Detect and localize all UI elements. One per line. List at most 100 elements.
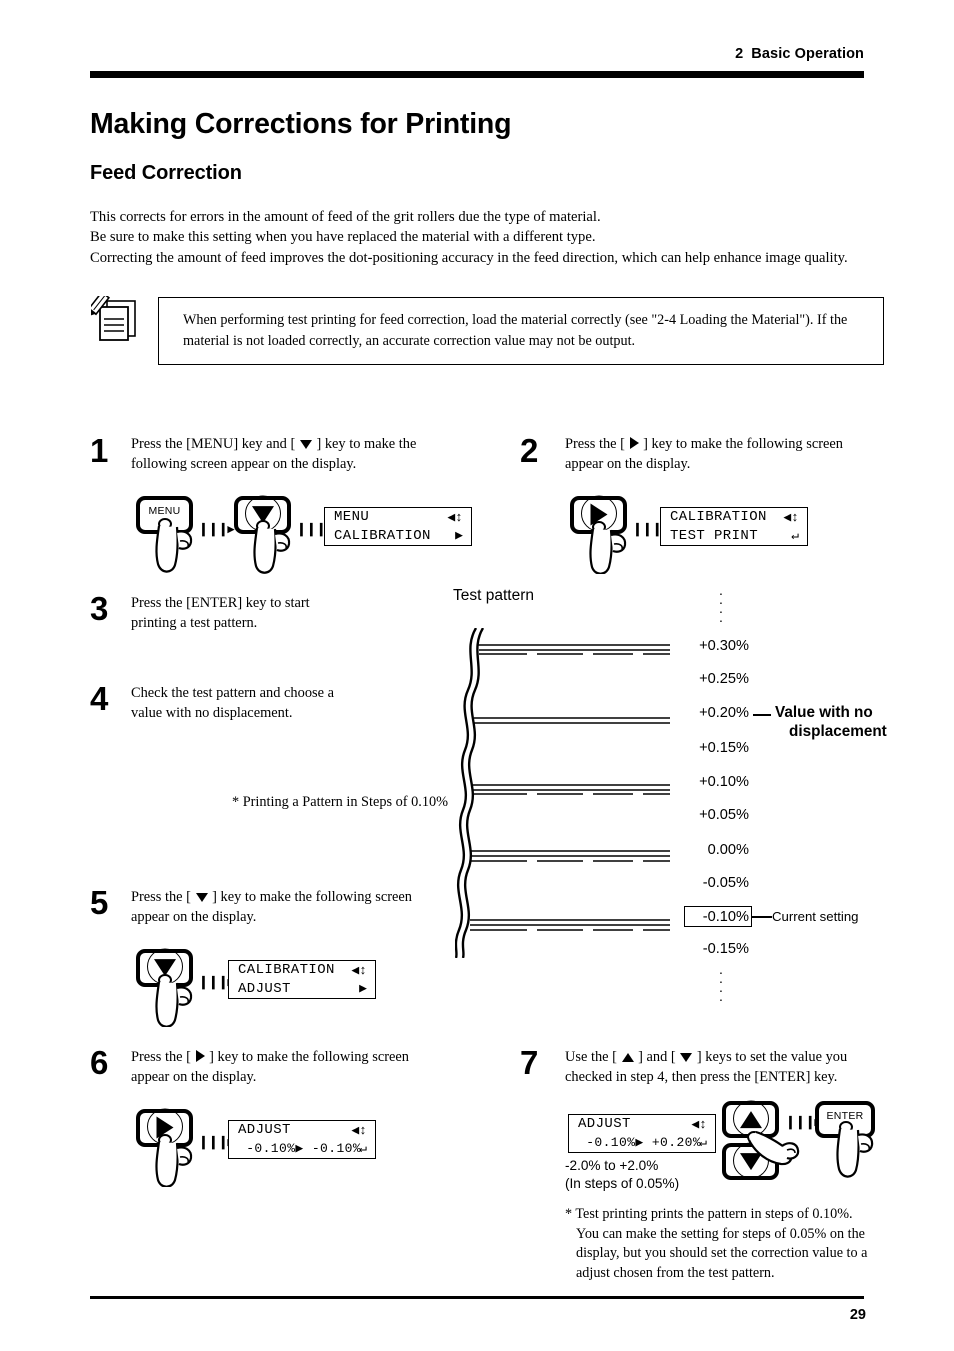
step-7-line-2: checked in step 4, then press the [ENTER… (565, 1068, 838, 1085)
lcd-line-2-text: ADJUST (238, 980, 291, 997)
down-arrow-icon (195, 893, 208, 902)
adjust-range-note: -2.0% to +2.0% (In steps of 0.05%) (565, 1157, 679, 1193)
lcd-line-1-indicator: ◀↕ (351, 962, 367, 978)
step-4-line-1: Check the test pattern and choose a (131, 685, 334, 701)
lcd-line-2-indicator: ↵ (699, 1135, 707, 1151)
lcd-row-2: CALIBRATION ▶ (325, 527, 471, 546)
lcd-line-1-text: ADJUST (238, 1122, 291, 1139)
lcd-display-step-7: ADJUST ◀↕ -0.10%▶ +0.20% ↵ (568, 1114, 716, 1153)
test-pattern-title: Test pattern (453, 587, 534, 604)
menu-key[interactable]: MENU (136, 496, 193, 534)
menu-key-label: MENU (148, 505, 181, 517)
up-arrow-key-7[interactable] (722, 1100, 779, 1138)
adjust-range-line-1: -2.0% to +2.0% (565, 1158, 659, 1173)
chapter-title: Basic Operation (751, 46, 864, 62)
down-arrow-icon (251, 506, 274, 524)
ellipsis-dot: · (718, 991, 724, 1007)
step-2-line-1: Press the [ ] key to make the following … (565, 436, 843, 452)
right-arrow-icon (195, 1050, 205, 1062)
footnote-line-3: display, but you should set the correcti… (576, 1245, 868, 1262)
lcd-line-2-indicator: ↵ (791, 528, 799, 544)
step-2-line-2: appear on the display. (565, 455, 691, 472)
down-arrow-key-1[interactable] (234, 495, 291, 534)
step-5-text: Press the [ ] key to make the following … (131, 888, 431, 927)
pattern-top-ellipsis: · · · · (690, 586, 752, 628)
step-5-line-1: Press the [ ] key to make the following … (131, 889, 412, 905)
intro-line-1: This corrects for errors in the amount o… (90, 209, 601, 225)
pattern-label-3: +0.15% (699, 740, 749, 756)
section-title: Feed Correction (90, 162, 242, 184)
down-arrow-key-5[interactable] (136, 948, 193, 987)
step-3-number: 3 (90, 590, 109, 627)
page-title: Making Corrections for Printing (90, 108, 512, 140)
pattern-label-5: +0.05% (699, 807, 749, 823)
step-4-number: 4 (90, 680, 109, 717)
pattern-bottom-ellipsis: · · · · (690, 965, 752, 1007)
lcd-display-step-1: MENU ◀↕ CALIBRATION ▶ (324, 507, 472, 546)
no-displacement-leader-line (753, 714, 771, 716)
lcd-line-2-text: -0.10%▶ +0.20% (578, 1135, 702, 1151)
step-6-line-2: appear on the display. (131, 1068, 257, 1085)
down-arrow-icon (153, 959, 176, 977)
lcd-line-2-text: -0.10%▶ -0.10% (238, 1141, 362, 1157)
lcd-display-step-5: CALIBRATION ◀↕ ADJUST ▶ (228, 960, 376, 999)
lcd-line-2-indicator: ▶ (455, 528, 463, 544)
pattern-label-8: -0.10% (702, 909, 749, 925)
lcd-line-1-indicator: ◀↕ (691, 1116, 707, 1132)
lcd-row-2: ADJUST ▶ (229, 980, 375, 999)
right-arrow-icon (156, 1116, 173, 1139)
lcd-row-1: CALIBRATION ◀↕ (661, 508, 807, 527)
no-displacement-annotation: Value with no displacement (775, 703, 887, 741)
lcd-line-1-text: CALIBRATION (238, 962, 335, 979)
lcd-row-1: ADJUST ◀↕ (569, 1115, 715, 1134)
lcd-line-1-indicator: ◀↕ (783, 509, 799, 525)
intro-line-3: Correcting the amount of feed improves t… (90, 249, 848, 266)
step-4-text: Check the test pattern and choose a valu… (131, 684, 431, 723)
footnote: * Test printing prints the pattern in st… (565, 1205, 895, 1283)
lcd-row-2: TEST PRINT ↵ (661, 527, 807, 546)
footer-rule (90, 1296, 864, 1299)
step-7-text: Use the [ ] and [ ] keys to set the valu… (565, 1048, 885, 1087)
step-1-line-2: following screen appear on the display. (131, 455, 357, 472)
up-arrow-icon (739, 1110, 762, 1128)
step-1-line-1: Press the [MENU] key and [ ] key to make… (131, 436, 417, 452)
no-displacement-line-2: displacement (789, 723, 887, 740)
enter-key-label: ENTER (826, 1110, 864, 1122)
pattern-steps-note: * Printing a Pattern in Steps of 0.10% (232, 794, 449, 810)
step-6-number: 6 (90, 1044, 109, 1081)
step-6-text: Press the [ ] key to make the following … (131, 1048, 431, 1087)
enter-key[interactable]: ENTER (815, 1101, 875, 1138)
lcd-line-1-indicator: ◀↕ (351, 1122, 367, 1138)
right-arrow-key-6[interactable] (136, 1108, 193, 1147)
lcd-line-2-text: CALIBRATION (334, 527, 431, 544)
chapter-number: 2 (735, 46, 744, 62)
header-rule (90, 71, 864, 78)
lcd-display-step-6: ADJUST ◀↕ -0.10%▶ -0.10% ↵ (228, 1120, 376, 1159)
ellipsis-dot: · (718, 612, 724, 628)
test-pattern-graphic (455, 628, 670, 958)
lcd-line-2-text: TEST PRINT (670, 527, 759, 544)
step-6-line-1: Press the [ ] key to make the following … (131, 1049, 409, 1065)
intro-paragraph: This corrects for errors in the amount o… (90, 207, 880, 268)
step-3-text: Press the [ENTER] key to start printing … (131, 594, 431, 633)
pattern-label-2: +0.20% (699, 705, 749, 721)
footnote-line-1: * Test printing prints the pattern in st… (565, 1206, 853, 1222)
lcd-row-1: CALIBRATION ◀↕ (229, 961, 375, 980)
note-text: When performing test printing for feed c… (183, 312, 848, 349)
current-setting-leader-line (752, 916, 772, 918)
lcd-line-2-indicator: ▶ (359, 981, 367, 997)
up-arrow-icon (621, 1053, 634, 1062)
step-7-line-1: Use the [ ] and [ ] keys to set the valu… (565, 1049, 848, 1065)
down-arrow-key-7[interactable] (722, 1142, 779, 1180)
manual-page: 2 Basic Operation Making Corrections for … (0, 0, 954, 1351)
footnote-line-2: You can make the setting for steps of 0.… (576, 1225, 865, 1242)
intro-line-2: Be sure to make this setting when you ha… (90, 229, 596, 246)
lcd-row-1: ADJUST ◀↕ (229, 1121, 375, 1140)
right-arrow-key-2[interactable] (570, 495, 627, 534)
step-7-number: 7 (520, 1044, 539, 1081)
lcd-line-1-text: CALIBRATION (670, 509, 767, 526)
step-3-line-2: printing a test pattern. (131, 614, 258, 631)
step-1-text: Press the [MENU] key and [ ] key to make… (131, 435, 441, 474)
lcd-line-1-text: MENU (334, 509, 370, 526)
note-box: When performing test printing for feed c… (158, 297, 884, 365)
